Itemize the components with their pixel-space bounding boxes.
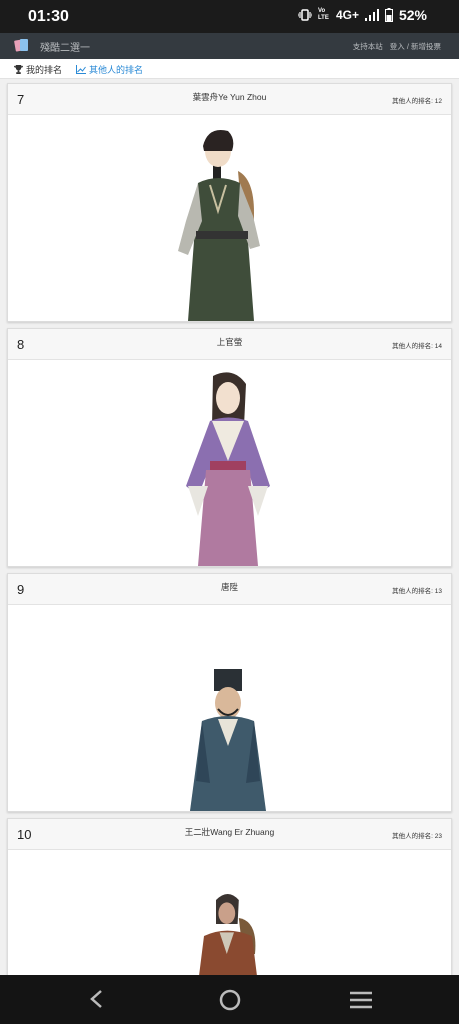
tab-others-ranking[interactable]: 其他人的排名	[76, 63, 143, 76]
status-icons: Vo LTE 4G+ 52%	[297, 7, 427, 23]
ranking-card: 8 上官螢 其他人的排名: 14	[7, 328, 452, 567]
login-link[interactable]: 登入 / 新增投票	[390, 41, 441, 52]
character-name: 王二壯Wang Er Zhuang	[184, 827, 275, 837]
app-navbar: 殘酷二選一 支持本站 登入 / 新增投票	[0, 33, 459, 59]
brand-title[interactable]: 殘酷二選一	[40, 39, 90, 54]
character-portrait[interactable]	[158, 611, 298, 811]
ranking-card: 9 唐陞 其他人的排名: 13	[7, 573, 452, 812]
chart-line-icon	[76, 65, 86, 74]
network-type: 4G+	[335, 8, 359, 22]
system-nav-bar	[0, 975, 459, 1024]
card-body	[8, 850, 451, 988]
card-body	[8, 605, 451, 811]
vibrate-icon	[297, 9, 312, 21]
back-icon[interactable]	[88, 989, 106, 1009]
signal-icon	[364, 9, 379, 21]
others-rank: 其他人的排名: 14	[392, 343, 442, 350]
status-bar: 01:30 Vo LTE 4G+ 52%	[0, 0, 459, 33]
tab-others-ranking-label: 其他人的排名	[89, 65, 144, 75]
card-header: 8 上官螢 其他人的排名: 14	[8, 329, 451, 360]
ranking-card: 7 葉雲舟Ye Yun Zhou 其他人的排名: 12	[7, 83, 452, 322]
support-link[interactable]: 支持本站	[353, 41, 383, 52]
home-icon[interactable]	[219, 989, 241, 1011]
others-rank: 其他人的排名: 12	[392, 98, 442, 105]
volte-indicator: Vo LTE	[317, 8, 329, 21]
character-portrait[interactable]	[158, 366, 298, 566]
character-name: 葉雲舟Ye Yun Zhou	[192, 92, 267, 102]
others-rank: 其他人的排名: 13	[392, 588, 442, 595]
character-name: 上官螢	[216, 337, 243, 347]
card-body	[8, 360, 451, 566]
ranking-tabs: 我的排名 其他人的排名	[0, 59, 459, 79]
battery-icon	[384, 8, 393, 22]
card-header: 7 葉雲舟Ye Yun Zhou 其他人的排名: 12	[8, 84, 451, 115]
trophy-icon	[14, 65, 23, 74]
others-rank: 其他人的排名: 23	[392, 833, 442, 840]
navbar-links: 支持本站 登入 / 新增投票	[353, 41, 441, 52]
card-body	[8, 115, 451, 321]
tab-my-ranking-label: 我的排名	[26, 65, 63, 75]
card-header: 9 唐陞 其他人的排名: 13	[8, 574, 451, 605]
character-name: 唐陞	[220, 582, 238, 592]
card-header: 10 王二壯Wang Er Zhuang 其他人的排名: 23	[8, 819, 451, 850]
character-portrait[interactable]	[158, 121, 298, 321]
cards-logo-icon[interactable]	[14, 38, 30, 53]
status-time: 01:30	[28, 8, 69, 25]
battery-level: 52%	[398, 7, 427, 23]
tab-my-ranking[interactable]: 我的排名	[14, 63, 62, 76]
recents-menu-icon[interactable]	[350, 991, 372, 1009]
ranking-card: 10 王二壯Wang Er Zhuang 其他人的排名: 23	[7, 818, 452, 988]
